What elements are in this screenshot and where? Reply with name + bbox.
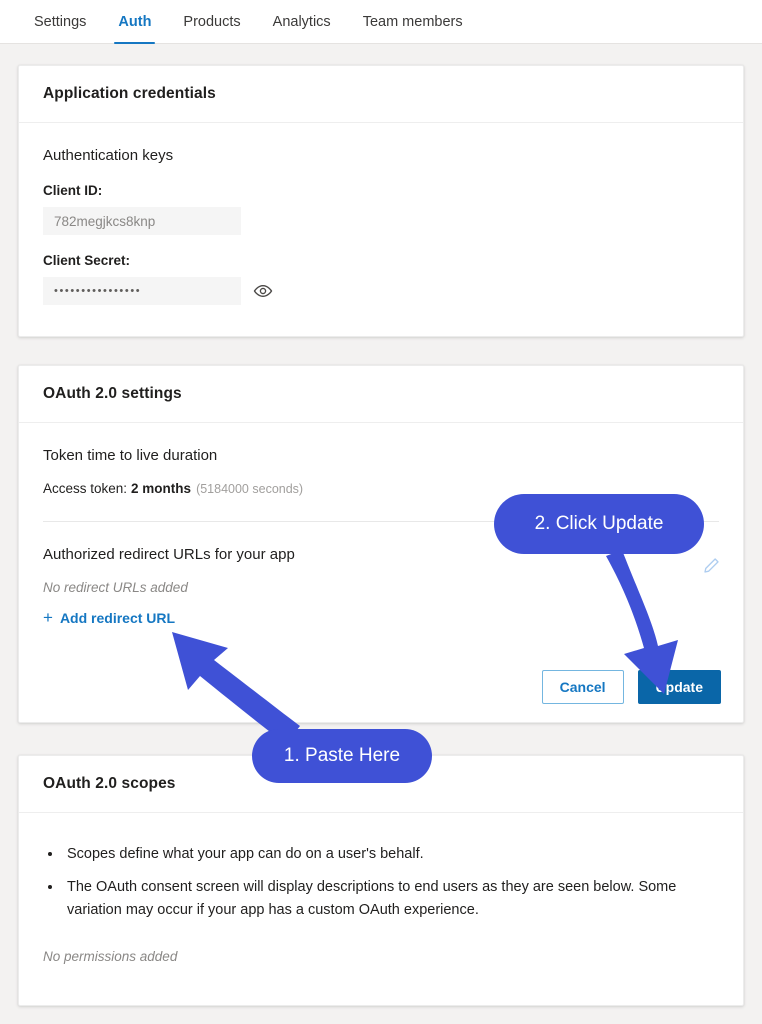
pencil-icon[interactable] [702,556,721,575]
callout-step-2[interactable]: 2. Click Update [494,494,704,554]
tab-auth[interactable]: Auth [102,0,167,44]
list-item: The OAuth consent screen will display de… [63,876,719,921]
oauth-scopes-card: OAuth 2.0 scopes Scopes define what your… [18,755,744,1006]
tab-label: Analytics [272,14,331,30]
callout-label: 1. Paste Here [283,745,401,766]
client-secret-row: •••••••••••••••• [43,277,719,305]
callout-label: 2. Click Update [534,513,664,534]
access-token-seconds: (5184000 seconds) [196,482,304,496]
form-actions: Cancel Update [541,670,721,704]
update-button[interactable]: Update [637,670,721,704]
tab-settings[interactable]: Settings [18,0,102,44]
client-secret-field[interactable]: •••••••••••••••• [43,277,241,305]
tab-label: Team members [362,14,463,30]
client-id-label: Client ID: [43,183,103,198]
access-token-label: Access token: [43,481,128,496]
token-ttl-heading: Token time to live duration [43,447,218,464]
tab-label: Products [183,14,241,30]
card-title: OAuth 2.0 settings [19,366,743,423]
tab-analytics[interactable]: Analytics [257,0,347,44]
eye-icon[interactable] [253,281,273,301]
tab-label: Auth [118,14,152,30]
card-title: Application credentials [19,66,743,123]
add-redirect-url-label: Add redirect URL [59,609,176,626]
auth-settings-page: Settings Auth Products Analytics Team me… [0,0,762,1024]
client-secret-label: Client Secret: [43,253,131,268]
scopes-bullet-list: Scopes define what your app can do on a … [43,843,719,921]
card-body: Authentication keys Client ID: 782megjkc… [19,123,743,329]
tab-bar: Settings Auth Products Analytics Team me… [0,0,762,44]
authentication-keys-heading: Authentication keys [43,147,174,164]
client-id-value: 782megjkcs8knp [54,213,156,229]
tab-team-members[interactable]: Team members [347,0,479,44]
no-permissions-note: No permissions added [43,949,178,965]
card-body: Scopes define what your app can do on a … [19,813,743,988]
cancel-button[interactable]: Cancel [541,670,624,704]
redirect-empty-note: No redirect URLs added [43,580,188,595]
tab-products[interactable]: Products [167,0,256,44]
client-id-field[interactable]: 782megjkcs8knp [43,207,241,235]
tab-label: Settings [34,14,87,30]
list-item: Scopes define what your app can do on a … [63,843,719,865]
application-credentials-card: Application credentials Authentication k… [18,65,744,337]
access-token-value: 2 months [131,481,192,496]
callout-step-1[interactable]: 1. Paste Here [252,729,432,783]
add-redirect-url-button[interactable]: + Add redirect URL [43,609,175,626]
client-secret-masked-value: •••••••••••••••• [54,285,142,297]
plus-icon: + [43,608,53,627]
